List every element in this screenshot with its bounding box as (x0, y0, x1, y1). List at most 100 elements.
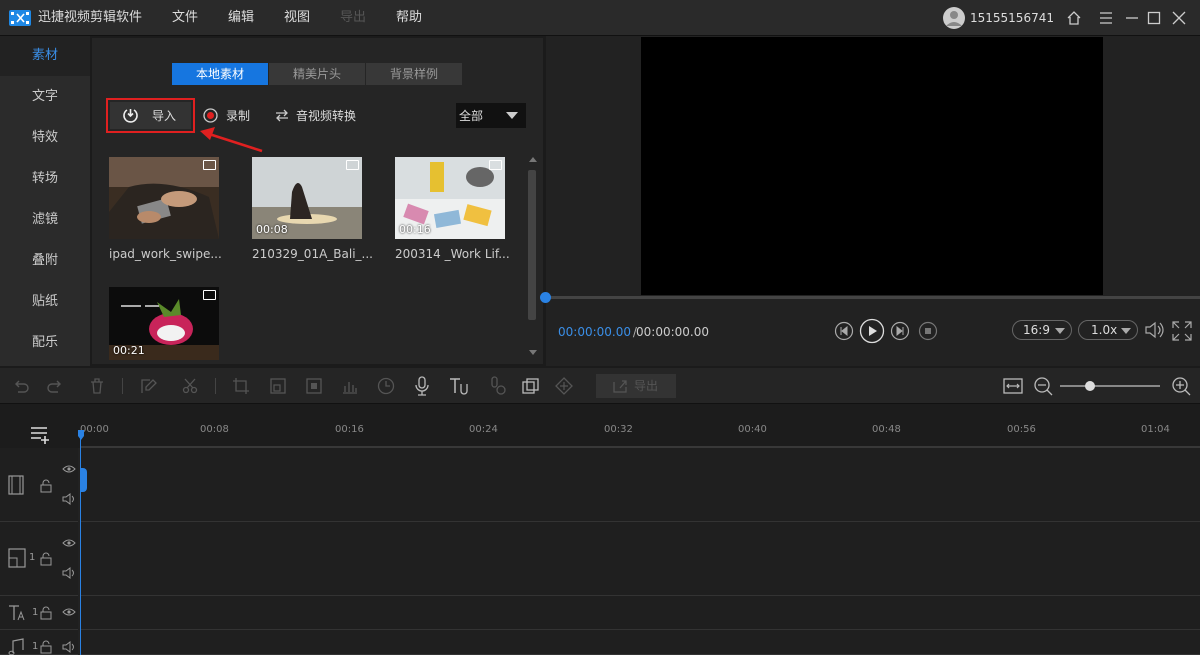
audio-level-icon[interactable] (341, 377, 359, 395)
filter-select[interactable]: 全部 (456, 103, 526, 128)
maximize-icon[interactable] (1147, 11, 1161, 25)
video-track[interactable] (0, 448, 1200, 522)
redo-icon[interactable] (46, 377, 64, 395)
menu-icon[interactable] (1099, 11, 1113, 25)
media-name: 210329_01A_Bali_... (252, 247, 373, 261)
overlay-track[interactable] (0, 522, 1200, 596)
lock-icon[interactable] (40, 606, 52, 620)
menu-export[interactable]: 导出 (340, 9, 366, 27)
playhead-top-icon[interactable] (78, 430, 84, 440)
progress-bar[interactable] (546, 296, 1200, 299)
play-icon[interactable] (859, 318, 885, 344)
video-type-icon (489, 160, 502, 170)
speed-value: 1.0x (1091, 323, 1118, 337)
zoom-out-icon[interactable] (1033, 376, 1053, 396)
convert-icon[interactable] (274, 108, 290, 123)
minimize-icon[interactable] (1125, 11, 1139, 25)
sidebar-item-transitions[interactable]: 转场 (0, 159, 90, 199)
text-tool-icon[interactable] (448, 376, 470, 396)
media-panel: 本地素材 精美片头 背景样例 导入 录制 音视频转换 全部 ipad_work_… (92, 38, 543, 364)
record-icon[interactable] (203, 108, 218, 123)
mosaic-icon[interactable] (305, 377, 323, 395)
zoom-slider[interactable] (1060, 385, 1160, 387)
user-phone[interactable]: 15155156741 (970, 9, 1054, 27)
sidebar-item-filters[interactable]: 滤镜 (0, 200, 90, 240)
lock-icon[interactable] (40, 479, 52, 493)
layers-icon[interactable] (521, 376, 541, 396)
zoom-in-icon[interactable] (1171, 376, 1191, 396)
avatar[interactable] (943, 7, 965, 29)
sidebar-item-overlay[interactable]: 叠附 (0, 241, 90, 281)
media-duration: 00:16 (399, 223, 431, 236)
record-button[interactable]: 录制 (226, 108, 250, 124)
speaker-icon[interactable] (62, 567, 76, 579)
ruler-tick-label: 00:24 (469, 424, 498, 435)
scroll-up-icon[interactable] (528, 155, 538, 163)
delete-icon[interactable] (88, 377, 106, 395)
media-thumb[interactable]: 00:16 (395, 157, 505, 239)
media-name: ipad_work_swipe... (109, 247, 222, 261)
media-duration: 00:21 (113, 344, 145, 357)
tab-intros[interactable]: 精美片头 (269, 63, 365, 85)
sidebar-item-effects[interactable]: 特效 (0, 118, 90, 158)
voice-change-icon[interactable] (487, 376, 507, 396)
import-icon (123, 109, 138, 123)
playhead[interactable] (80, 432, 81, 655)
speed-select[interactable]: 1.0x (1078, 320, 1138, 340)
edit-icon[interactable] (140, 377, 158, 395)
speaker-icon[interactable] (62, 641, 76, 653)
sidebar-item-text[interactable]: 文字 (0, 77, 90, 117)
home-icon[interactable] (1066, 10, 1082, 26)
progress-handle[interactable] (540, 292, 551, 303)
undo-icon[interactable] (12, 377, 30, 395)
next-frame-icon[interactable] (890, 321, 910, 341)
speaker-icon[interactable] (62, 493, 76, 505)
resize-icon[interactable] (269, 377, 287, 395)
scroll-down-icon[interactable] (528, 349, 538, 357)
zoom-slider-handle[interactable] (1085, 381, 1095, 391)
aspect-value: 16:9 (1023, 323, 1050, 337)
music-track[interactable] (0, 630, 1200, 655)
tab-local-media[interactable]: 本地素材 (172, 63, 268, 85)
stop-icon[interactable] (918, 321, 938, 341)
menu-help[interactable]: 帮助 (396, 9, 422, 27)
prev-frame-icon[interactable] (834, 321, 854, 341)
fullscreen-icon[interactable] (1172, 321, 1192, 341)
media-thumb[interactable]: 00:21 (109, 287, 219, 360)
eye-icon[interactable] (62, 607, 76, 617)
volume-icon[interactable] (1144, 320, 1166, 340)
fit-timeline-icon[interactable] (1003, 376, 1023, 396)
tab-backgrounds[interactable]: 背景样例 (366, 63, 462, 85)
eye-icon[interactable] (62, 538, 76, 548)
chevron-down-icon (1055, 328, 1065, 334)
text-track[interactable] (0, 596, 1200, 630)
convert-button[interactable]: 音视频转换 (296, 108, 356, 124)
current-time: 00:00:00.00 (558, 325, 631, 339)
media-thumb[interactable] (109, 157, 219, 239)
lock-icon[interactable] (40, 552, 52, 566)
media-thumb[interactable]: 00:08 (252, 157, 362, 239)
ruler-tick-label: 00:56 (1007, 424, 1036, 435)
aspect-select[interactable]: 16:9 (1012, 320, 1072, 340)
sidebar-item-stickers[interactable]: 贴纸 (0, 282, 90, 322)
scrollbar-thumb[interactable] (528, 170, 536, 320)
microphone-icon[interactable] (413, 376, 431, 396)
add-track-icon[interactable] (30, 426, 54, 444)
timeline-export-button[interactable]: 导出 (596, 374, 676, 398)
crop-icon[interactable] (232, 377, 250, 395)
sidebar-item-music[interactable]: 配乐 (0, 323, 90, 363)
eye-icon[interactable] (62, 464, 76, 474)
menu-edit[interactable]: 编辑 (228, 9, 254, 27)
menu-file[interactable]: 文件 (172, 9, 198, 27)
keyframe-icon[interactable] (554, 376, 574, 396)
sidebar-item-material[interactable]: 素材 (0, 36, 90, 76)
filter-value: 全部 (459, 109, 484, 123)
cut-icon[interactable] (181, 377, 199, 395)
menu-view[interactable]: 视图 (284, 9, 310, 27)
playhead-handle[interactable] (80, 468, 87, 492)
clock-icon[interactable] (377, 377, 395, 395)
lock-icon[interactable] (40, 640, 52, 654)
import-button[interactable]: 导入 (110, 102, 191, 129)
media-name: 200314 _Work Lif... (395, 247, 510, 261)
close-icon[interactable] (1172, 11, 1186, 25)
